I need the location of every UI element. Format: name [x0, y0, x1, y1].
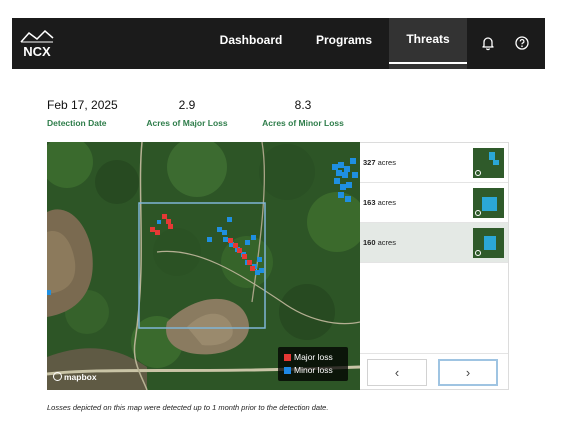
- mapbox-attribution[interactable]: mapbox: [53, 372, 97, 382]
- list-item[interactable]: 163 acres: [360, 183, 508, 223]
- nav-threats-label: Threats: [406, 32, 450, 46]
- list-item-text: 327 acres: [363, 158, 396, 167]
- acres-value: 160: [363, 238, 376, 247]
- acres-value: 163: [363, 198, 376, 207]
- stat-minor-loss: 8.3 Acres of Minor Loss: [257, 98, 349, 129]
- active-tab-indicator: [389, 62, 467, 64]
- help-icon[interactable]: [512, 33, 532, 53]
- stat-value: Feb 17, 2025: [47, 98, 118, 112]
- stat-label: Detection Date: [47, 118, 107, 128]
- legend-minor-label: Minor loss: [294, 365, 333, 375]
- acres-unit: acres: [377, 238, 396, 247]
- top-nav: NCX Dashboard Programs Threats: [12, 18, 545, 69]
- major-loss-swatch: [284, 354, 291, 361]
- nav-programs[interactable]: Programs: [312, 18, 376, 69]
- stat-label: Acres of Minor Loss: [262, 118, 344, 128]
- threat-list-panel: 327 acres 163 acres 160 acres ‹ ›: [360, 142, 509, 390]
- pagination: ‹ ›: [360, 353, 508, 391]
- stat-detection-date: Feb 17, 2025 Detection Date: [47, 98, 118, 129]
- stat-value: 8.3: [294, 98, 312, 112]
- ncx-logo[interactable]: NCX: [20, 27, 54, 61]
- mapbox-icon: [53, 372, 62, 381]
- stat-major-loss: 2.9 Acres of Major Loss: [141, 98, 233, 129]
- thumbnail: [473, 188, 504, 218]
- thumbnail: [473, 148, 504, 178]
- stat-label: Acres of Major Loss: [146, 118, 228, 128]
- legend-major-label: Major loss: [294, 352, 333, 362]
- thumbnail: [473, 228, 504, 258]
- list-item-text: 163 acres: [363, 198, 396, 207]
- legend-major: Major loss: [284, 352, 333, 363]
- legend-minor: Minor loss: [284, 365, 333, 376]
- nav-threats[interactable]: Threats: [389, 18, 467, 69]
- list-item-text: 160 acres: [363, 238, 396, 247]
- satellite-map[interactable]: Major loss Minor loss mapbox: [47, 142, 360, 390]
- list-item-selected[interactable]: 160 acres: [360, 223, 508, 263]
- nav-dashboard[interactable]: Dashboard: [216, 18, 286, 69]
- next-page-button[interactable]: ›: [438, 359, 498, 386]
- logo-text: NCX: [23, 44, 51, 59]
- stat-value: 2.9: [178, 98, 196, 112]
- minor-loss-swatch: [284, 367, 291, 374]
- prev-page-button[interactable]: ‹: [367, 359, 427, 386]
- mapbox-label: mapbox: [64, 372, 97, 382]
- acres-value: 327: [363, 158, 376, 167]
- map-footnote: Losses depicted on this map were detecte…: [47, 403, 329, 412]
- acres-unit: acres: [377, 198, 396, 207]
- map-legend: Major loss Minor loss: [278, 347, 348, 381]
- list-item[interactable]: 327 acres: [360, 143, 508, 183]
- acres-unit: acres: [377, 158, 396, 167]
- bell-icon[interactable]: [478, 33, 498, 53]
